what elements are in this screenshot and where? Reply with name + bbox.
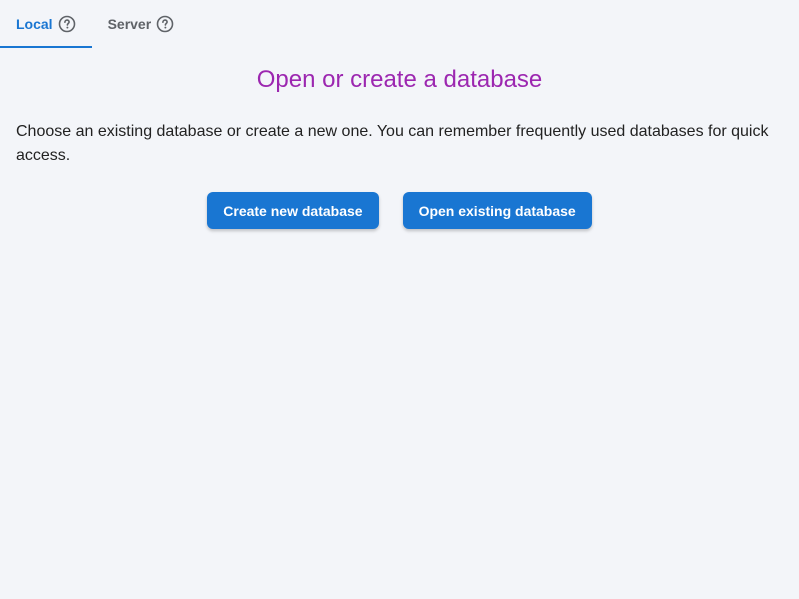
create-database-button[interactable]: Create new database (207, 192, 379, 229)
tab-local[interactable]: Local (0, 0, 92, 48)
tab-server[interactable]: Server (92, 0, 191, 48)
help-circle-icon[interactable] (156, 15, 174, 33)
help-circle-icon[interactable] (58, 15, 76, 33)
tab-local-label: Local (16, 16, 53, 32)
open-database-button[interactable]: Open existing database (402, 192, 592, 229)
tab-server-label: Server (107, 16, 152, 32)
action-buttons: Create new database Open existing databa… (0, 192, 799, 229)
page-title: Open or create a database (256, 66, 543, 93)
page-description: Choose an existing database or create a … (16, 123, 769, 164)
tab-bar: Local Server (0, 0, 190, 48)
